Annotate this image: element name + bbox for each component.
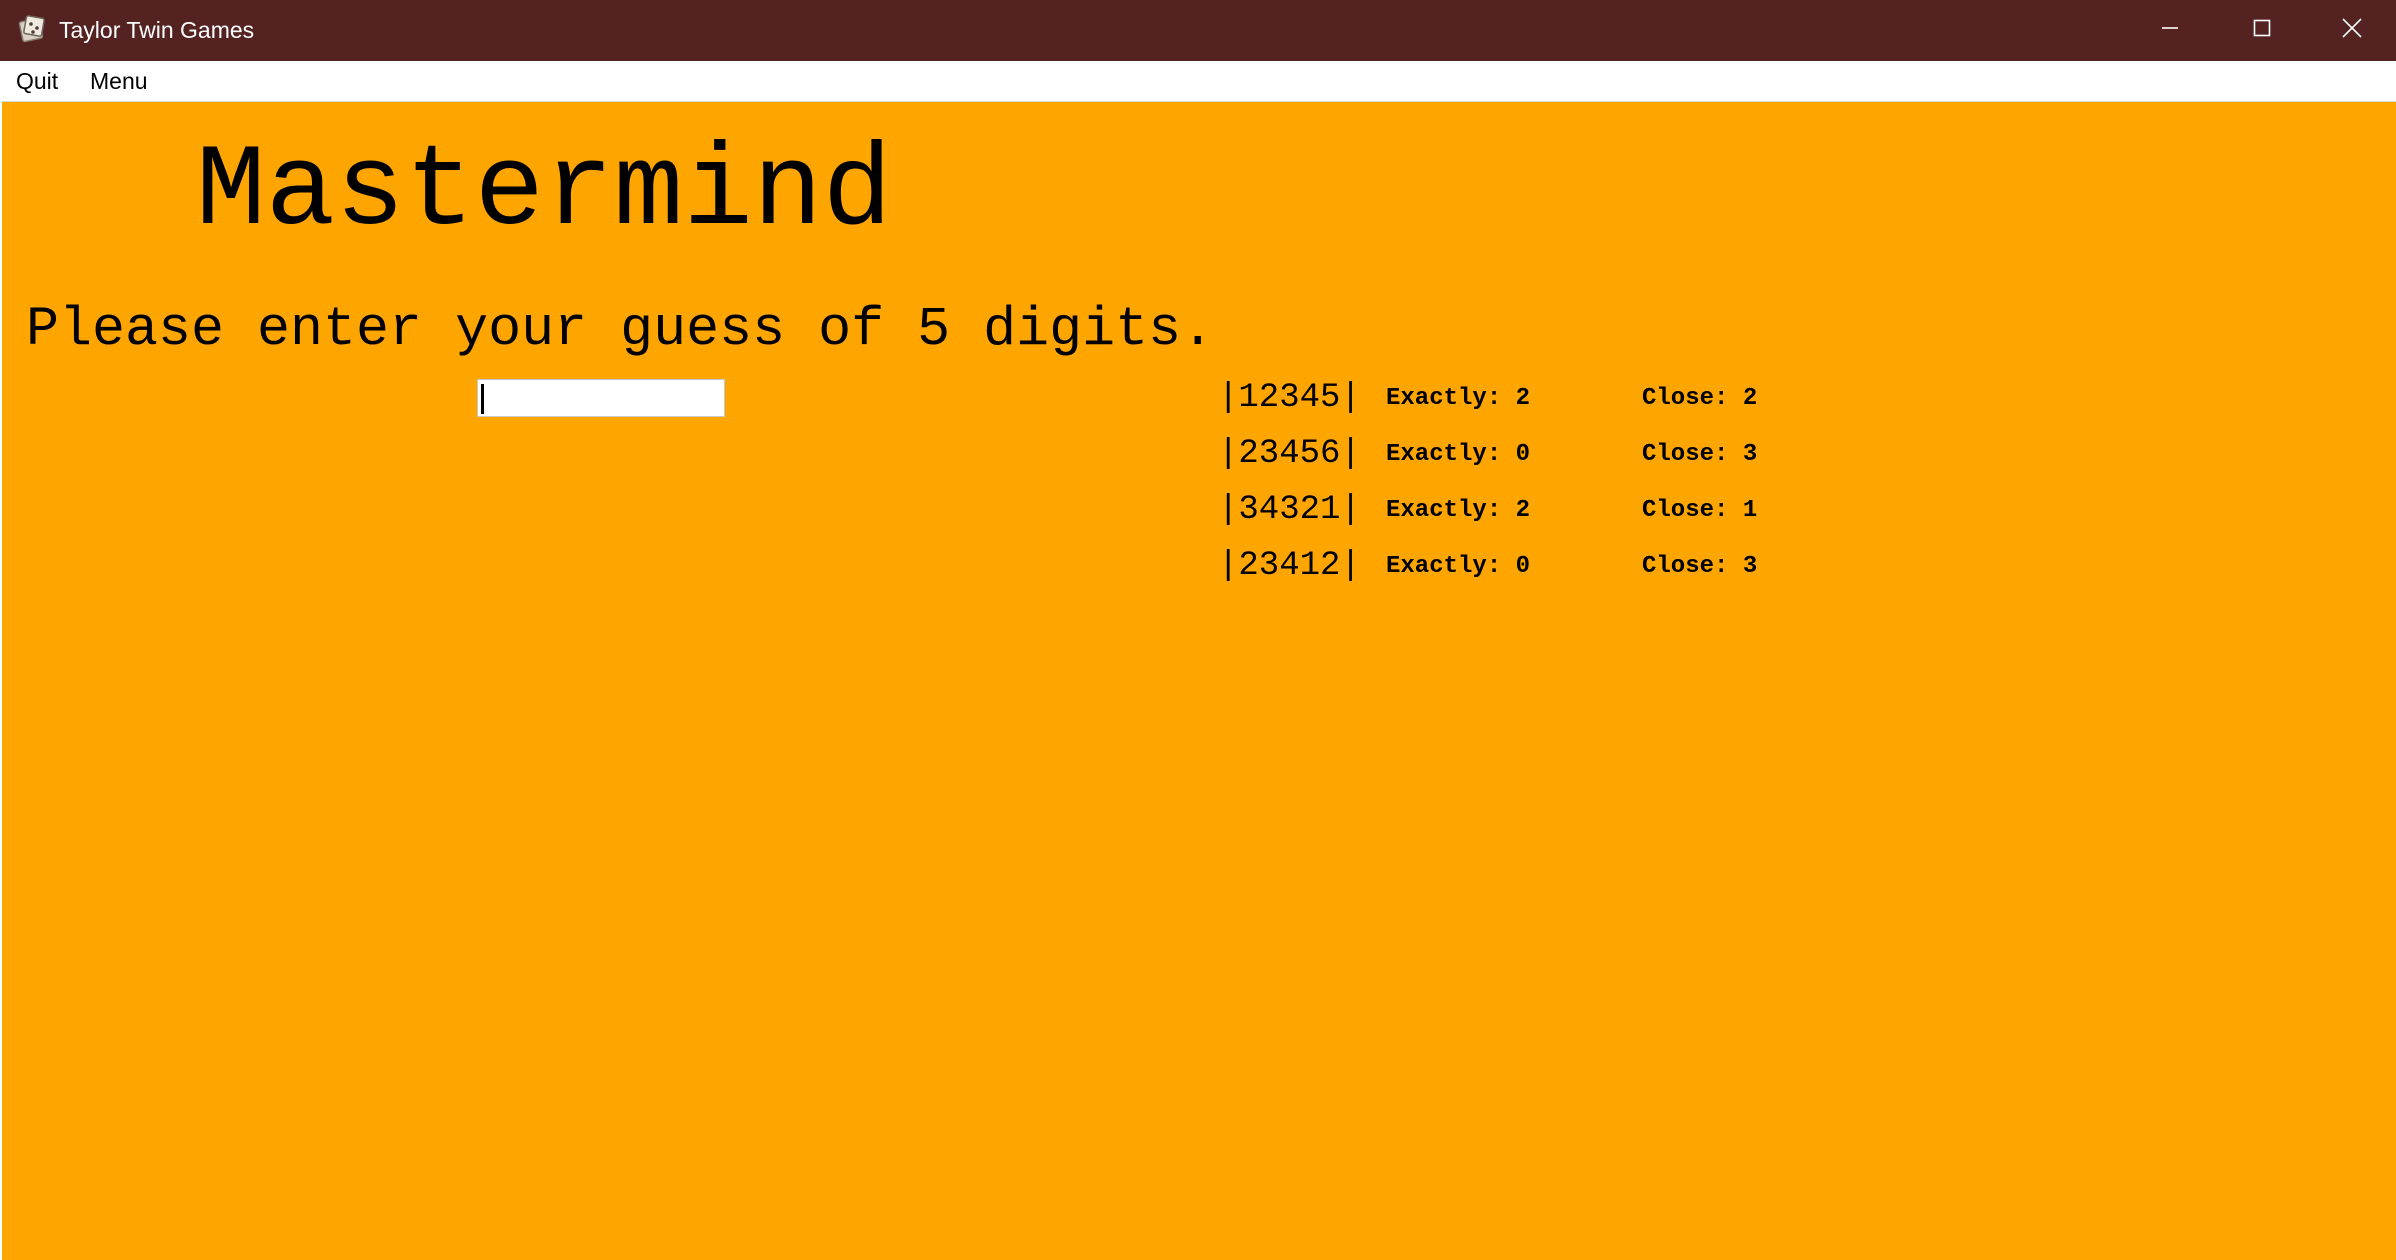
history-row: |34321| Exactly: 2 Close: 1 bbox=[1218, 488, 1818, 544]
history-guess: |12345| bbox=[1218, 379, 1361, 417]
guess-history: |12345| Exactly: 2 Close: 2 |23456| Exac… bbox=[1218, 376, 1818, 600]
history-exactly: Exactly: 0 bbox=[1386, 441, 1531, 468]
menu-bar: Quit Menu bbox=[0, 61, 2396, 102]
history-close: Close: 1 bbox=[1642, 497, 1758, 524]
history-row: |23456| Exactly: 0 Close: 3 bbox=[1218, 432, 1818, 488]
text-caret bbox=[481, 384, 484, 414]
guess-input[interactable] bbox=[477, 379, 725, 417]
close-icon bbox=[2341, 17, 2363, 44]
history-close: Close: 3 bbox=[1642, 553, 1758, 580]
minimize-icon bbox=[2160, 18, 2180, 43]
app-window: Taylor Twin Games Quit Menu Mastermind P… bbox=[0, 0, 2396, 1260]
history-guess: |23456| bbox=[1218, 435, 1361, 473]
window-edge bbox=[0, 101, 2, 1260]
app-game-icon bbox=[17, 14, 47, 44]
window-title: Taylor Twin Games bbox=[59, 17, 255, 43]
game-title: Mastermind bbox=[196, 126, 893, 258]
history-guess: |23412| bbox=[1218, 547, 1361, 585]
history-exactly: Exactly: 2 bbox=[1386, 385, 1531, 412]
history-guess: |34321| bbox=[1218, 491, 1361, 529]
close-button[interactable] bbox=[2306, 0, 2396, 61]
history-close: Close: 3 bbox=[1642, 441, 1758, 468]
history-row: |12345| Exactly: 2 Close: 2 bbox=[1218, 376, 1818, 432]
minimize-button[interactable] bbox=[2124, 0, 2216, 61]
title-bar[interactable]: Taylor Twin Games bbox=[0, 0, 2396, 61]
maximize-icon bbox=[2252, 18, 2272, 43]
history-row: |23412| Exactly: 0 Close: 3 bbox=[1218, 544, 1818, 600]
maximize-button[interactable] bbox=[2216, 0, 2308, 61]
history-exactly: Exactly: 2 bbox=[1386, 497, 1531, 524]
history-exactly: Exactly: 0 bbox=[1386, 553, 1531, 580]
history-close: Close: 2 bbox=[1642, 385, 1758, 412]
guess-prompt: Please enter your guess of 5 digits. bbox=[26, 298, 1215, 361]
menu-item-quit[interactable]: Quit bbox=[14, 61, 60, 101]
menu-item-menu[interactable]: Menu bbox=[88, 61, 150, 101]
